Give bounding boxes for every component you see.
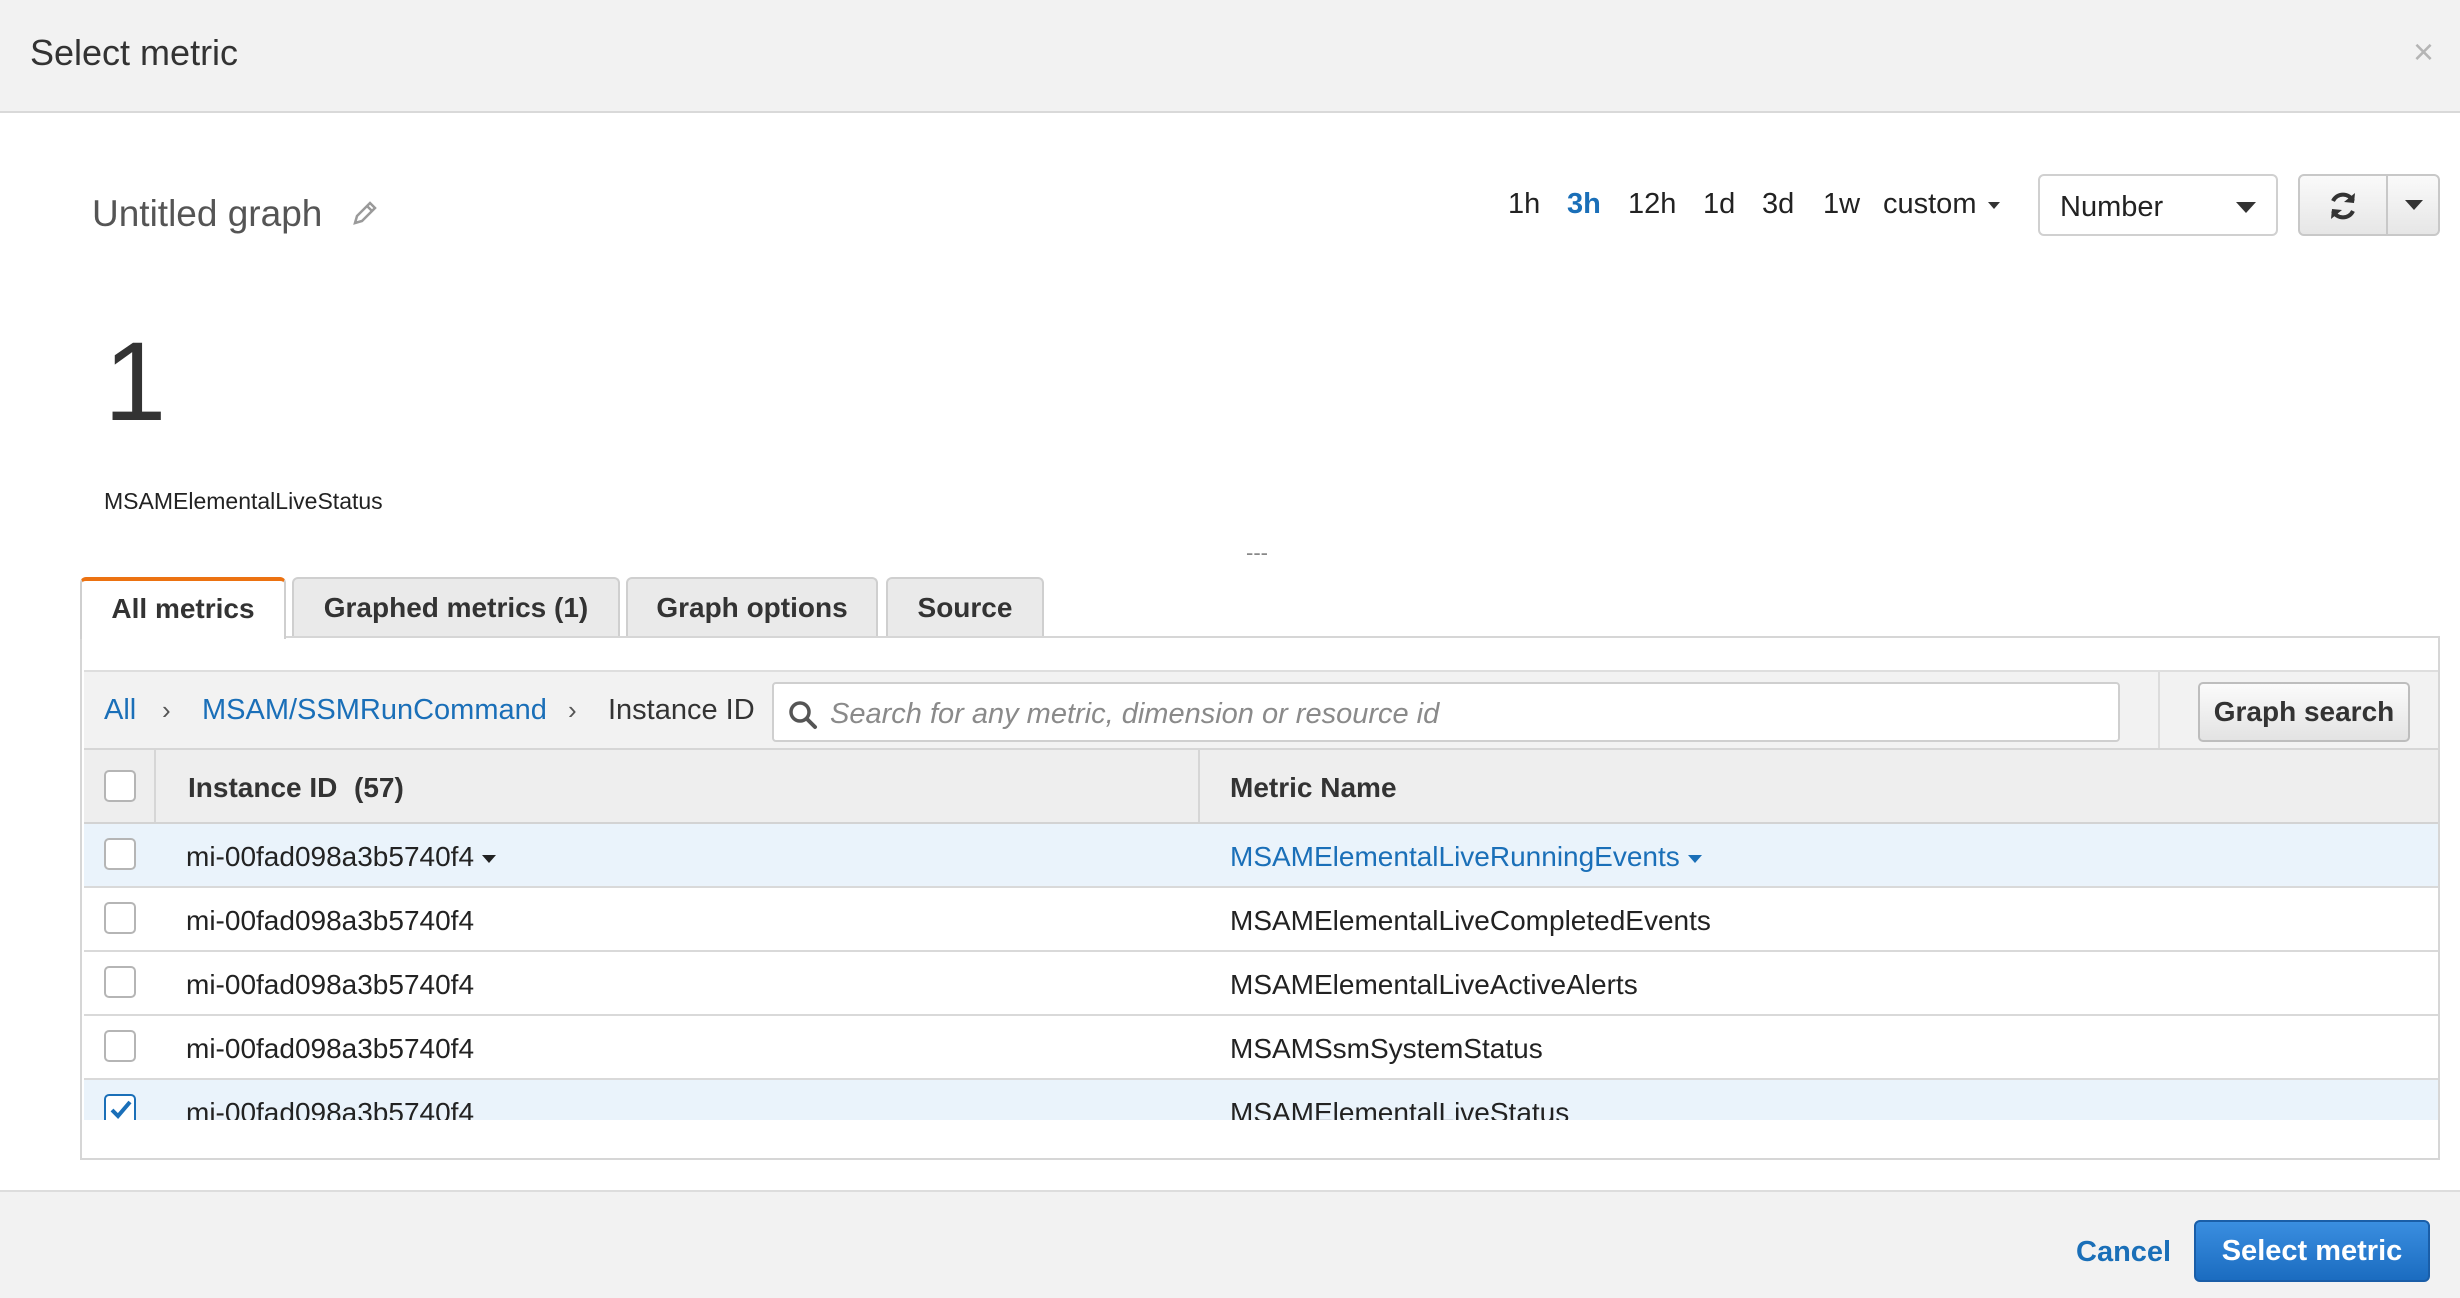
column-instance-id[interactable]: Instance ID [188,772,337,804]
caret-down-icon[interactable] [482,854,497,863]
row-checkbox[interactable] [104,1094,136,1120]
table-header: Instance ID (57) Metric Name [84,750,2438,824]
close-icon[interactable]: × [2413,30,2434,74]
time-range-1h[interactable]: 1h [1508,188,1540,228]
select-all-checkbox[interactable] [104,770,136,802]
column-divider [1198,750,1200,822]
checkmark-icon [110,1100,132,1119]
modal-footer: Cancel Select metric [0,1190,2460,1298]
metric-name-cell: MSAMSsmSystemStatus [1230,1033,1543,1064]
metric-value-label: MSAMElementalLiveStatus [104,488,383,514]
table-row[interactable]: mi-00fad098a3b5740f4 MSAMElementalLiveCo… [84,888,2438,952]
metric-name-cell: MSAMElementalLiveRunningEvents [1230,841,1702,873]
select-all-cell [84,750,156,822]
row-checkbox[interactable] [104,902,136,934]
view-type-value: Number [2060,191,2164,223]
refresh-options-dropdown[interactable] [2390,176,2440,234]
pencil-icon[interactable] [350,198,380,228]
instance-id-cell: mi-00fad098a3b5740f4 [186,905,475,936]
caret-down-icon[interactable] [1687,854,1702,863]
row-checkbox[interactable] [104,966,136,998]
search-input[interactable]: Search for any metric, dimension or reso… [772,682,2120,742]
time-range-3h[interactable]: 3h [1567,188,1601,228]
metric-name-cell: MSAMElementalLiveStatus [1230,1097,1570,1120]
column-metric-name[interactable]: Metric Name [1230,772,1397,804]
time-range-1d[interactable]: 1d [1703,188,1735,228]
resize-handle[interactable]: --- [1246,540,1268,566]
instance-id-cell: mi-00fad098a3b5740f4 [186,1097,475,1120]
modal-title: Select metric [30,32,239,73]
breadcrumb-dimension: Instance ID [608,694,755,726]
table-row[interactable]: mi-00fad098a3b5740f4 MSAMElementalLiveSt… [84,1080,2438,1120]
modal-header: Select metric × [0,0,2460,113]
caret-down-icon [1988,201,2001,209]
table-row[interactable]: mi-00fad098a3b5740f4 MSAMSsmSystemStatus [84,1016,2438,1080]
breadcrumb-namespace[interactable]: MSAM/SSMRunCommand [202,694,547,727]
breadcrumb-all[interactable]: All [104,694,136,727]
table-row[interactable]: mi-00fad098a3b5740f4 MSAMElementalLiveRu… [84,824,2438,888]
tab-graph-options[interactable]: Graph options [626,577,878,637]
view-type-select[interactable]: Number [2038,174,2278,236]
row-checkbox[interactable] [104,838,136,870]
time-range-custom[interactable]: custom [1883,188,2001,228]
time-range-12h[interactable]: 12h [1628,188,1676,228]
breadcrumb-separator: › [162,695,171,725]
metric-value: 1 [104,319,167,444]
metrics-panel: All › MSAM/SSMRunCommand › Instance ID S… [80,636,2440,1160]
instance-id-value: mi-00fad098a3b5740f4 [186,841,475,872]
refresh-button[interactable] [2300,176,2388,234]
refresh-icon [2331,192,2355,220]
metric-name-value[interactable]: MSAMElementalLiveRunningEvents [1230,841,1680,872]
search-divider [2158,672,2160,748]
tab-source[interactable]: Source [886,577,1044,637]
metric-name-cell: MSAMElementalLiveActiveAlerts [1230,969,1638,1000]
refresh-button-group [2298,174,2440,236]
instance-id-cell: mi-00fad098a3b5740f4 [186,841,497,873]
search-bar: All › MSAM/SSMRunCommand › Instance ID S… [84,670,2438,750]
custom-label: custom [1883,188,1977,220]
breadcrumb-separator: › [568,695,577,725]
column-instance-count: (57) [354,772,404,803]
caret-down-icon [2405,200,2423,210]
tab-graphed-metrics[interactable]: Graphed metrics (1) [292,577,620,637]
graph-search-button[interactable]: Graph search [2198,682,2410,742]
search-placeholder: Search for any metric, dimension or reso… [830,698,1440,730]
instance-id-cell: mi-00fad098a3b5740f4 [186,1033,475,1064]
time-range-3d[interactable]: 3d [1762,188,1794,228]
tab-all-metrics[interactable]: All metrics [80,577,286,639]
search-icon [789,701,817,729]
table-row[interactable]: mi-00fad098a3b5740f4 MSAMElementalLiveAc… [84,952,2438,1016]
select-metric-button[interactable]: Select metric [2194,1220,2430,1282]
graph-title[interactable]: Untitled graph [92,193,322,235]
time-range-1w[interactable]: 1w [1823,188,1860,228]
metric-name-cell: MSAMElementalLiveCompletedEvents [1230,905,1711,936]
row-checkbox[interactable] [104,1030,136,1062]
instance-id-cell: mi-00fad098a3b5740f4 [186,969,475,1000]
caret-down-icon [2236,202,2256,213]
cancel-button[interactable]: Cancel [2076,1236,2171,1269]
